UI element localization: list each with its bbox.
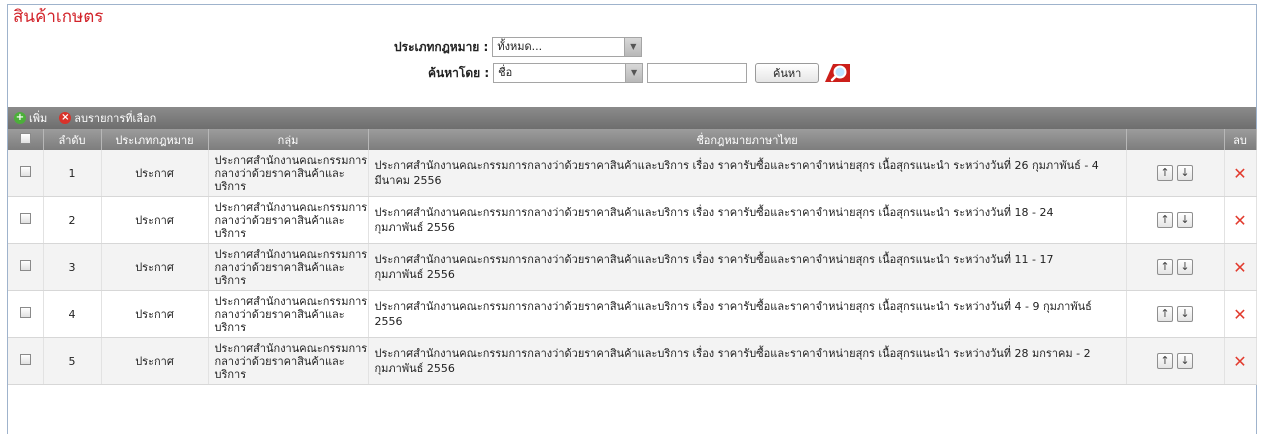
- table-row: 3 ประกาศ ประกาศสำนักงานคณะกรรมการกลางว่าด้…: [8, 243, 1257, 291]
- arrow-up-icon[interactable]: ↑: [1157, 306, 1173, 322]
- delete-selected-label: ลบรายการที่เลือก: [74, 112, 157, 125]
- header-name[interactable]: ชื่อกฎหมายภาษาไทย: [368, 129, 1127, 150]
- table-row: 5 ประกาศ ประกาศสำนักงานคณะกรรมการกลางว่าด้…: [8, 337, 1257, 385]
- row-name-link[interactable]: ประกาศสำนักงานคณะกรรมการกลางว่าด้วยราคาส…: [368, 150, 1127, 197]
- row-order-cell: ↑ ↓: [1126, 337, 1225, 385]
- red-x-icon[interactable]: ✕: [1233, 352, 1246, 371]
- table-row: 1 ประกาศ ประกาศสำนักงานคณะกรรมการกลางว่าด้…: [8, 150, 1257, 197]
- law-type-filter-row: ประเภทกฎหมาย : ทั้งหมด... ▼: [394, 36, 643, 58]
- row-order-cell: ↑ ↓: [1126, 290, 1225, 338]
- row-no: 1: [43, 150, 102, 197]
- arrow-down-icon[interactable]: ↓: [1177, 259, 1193, 275]
- header-group[interactable]: กลุ่ม: [208, 129, 369, 150]
- row-no: 2: [43, 196, 102, 244]
- content-frame: สินค้าเกษตร ประเภทกฎหมาย : ทั้งหมด... ▼ …: [7, 4, 1257, 434]
- select-all-header: [8, 129, 44, 150]
- row-delete-cell: ✕: [1224, 290, 1257, 338]
- row-name-link[interactable]: ประกาศสำนักงานคณะกรรมการกลางว่าด้วยราคาส…: [368, 243, 1127, 291]
- table-row: 2 ประกาศ ประกาศสำนักงานคณะกรรมการกลางว่าด้…: [8, 196, 1257, 244]
- row-no: 3: [43, 243, 102, 291]
- row-checkbox[interactable]: [19, 260, 31, 271]
- row-checkbox[interactable]: [19, 213, 31, 224]
- row-name-link[interactable]: ประกาศสำนักงานคณะกรรมการกลางว่าด้วยราคาส…: [368, 196, 1127, 244]
- row-select-cell: [8, 337, 44, 385]
- red-x-icon[interactable]: ✕: [1233, 258, 1246, 277]
- row-checkbox[interactable]: [19, 354, 31, 365]
- table-row: 4 ประกาศ ประกาศสำนักงานคณะกรรมการกลางว่าด้…: [8, 290, 1257, 338]
- header-delete: ลบ: [1224, 129, 1257, 150]
- search-input[interactable]: [647, 63, 748, 83]
- delete-selected-button[interactable]: × ลบรายการที่เลือก: [59, 109, 156, 127]
- row-no: 5: [43, 337, 102, 385]
- row-group: ประกาศสำนักงานคณะกรรมการกลางว่าด้วยราคาส…: [208, 243, 369, 291]
- select-all-checkbox[interactable]: [19, 132, 31, 144]
- add-button[interactable]: + เพิ่ม: [14, 109, 47, 127]
- red-x-icon[interactable]: ✕: [1233, 211, 1246, 230]
- row-type: ประกาศ: [101, 243, 209, 291]
- table-header-row: ลำดับ ประเภทกฎหมาย กลุ่ม ชื่อกฎหมายภาษาไ…: [8, 129, 1257, 150]
- arrow-down-icon[interactable]: ↓: [1177, 165, 1193, 181]
- red-x-icon[interactable]: ✕: [1233, 164, 1246, 183]
- row-type: ประกาศ: [101, 337, 209, 385]
- search-by-label: ค้นหาโดย :: [428, 65, 490, 80]
- row-select-cell: [8, 290, 44, 338]
- header-type[interactable]: ประเภทกฎหมาย: [101, 129, 209, 150]
- row-delete-cell: ✕: [1224, 196, 1257, 244]
- search-by-select[interactable]: ชื่อ ▼: [493, 63, 644, 83]
- row-checkbox[interactable]: [19, 307, 31, 318]
- table-body: 1 ประกาศ ประกาศสำนักงานคณะกรรมการกลางว่าด้…: [8, 150, 1257, 385]
- row-group: ประกาศสำนักงานคณะกรรมการกลางว่าด้วยราคาส…: [208, 290, 369, 338]
- law-type-label: ประเภทกฎหมาย :: [394, 39, 489, 54]
- row-name-link[interactable]: ประกาศสำนักงานคณะกรรมการกลางว่าด้วยราคาส…: [368, 290, 1127, 338]
- row-delete-cell: ✕: [1224, 150, 1257, 197]
- arrow-down-icon[interactable]: ↓: [1177, 353, 1193, 369]
- row-select-cell: [8, 243, 44, 291]
- search-by-selected-value: ชื่อ: [498, 66, 513, 79]
- row-checkbox[interactable]: [19, 166, 31, 177]
- row-type: ประกาศ: [101, 290, 209, 338]
- law-table: ลำดับ ประเภทกฎหมาย กลุ่ม ชื่อกฎหมายภาษาไ…: [8, 129, 1257, 385]
- page-title: สินค้าเกษตร: [13, 7, 104, 27]
- row-select-cell: [8, 150, 44, 197]
- arrow-up-icon[interactable]: ↑: [1157, 165, 1173, 181]
- header-order: [1126, 129, 1225, 150]
- header-no[interactable]: ลำดับ: [43, 129, 102, 150]
- magnifier-search-icon[interactable]: [823, 62, 851, 84]
- row-delete-cell: ✕: [1224, 243, 1257, 291]
- row-group: ประกาศสำนักงานคณะกรรมการกลางว่าด้วยราคาส…: [208, 337, 369, 385]
- row-order-cell: ↑ ↓: [1126, 196, 1225, 244]
- arrow-down-icon[interactable]: ↓: [1177, 212, 1193, 228]
- red-x-icon[interactable]: ✕: [1233, 305, 1246, 324]
- row-select-cell: [8, 196, 44, 244]
- row-group: ประกาศสำนักงานคณะกรรมการกลางว่าด้วยราคาส…: [208, 150, 369, 197]
- grid-toolbar: + เพิ่ม × ลบรายการที่เลือก: [8, 107, 1256, 129]
- search-button[interactable]: ค้นหา: [755, 63, 820, 83]
- row-name-link[interactable]: ประกาศสำนักงานคณะกรรมการกลางว่าด้วยราคาส…: [368, 337, 1127, 385]
- row-type: ประกาศ: [101, 150, 209, 197]
- law-type-select[interactable]: ทั้งหมด... ▼: [492, 37, 643, 57]
- row-type: ประกาศ: [101, 196, 209, 244]
- arrow-up-icon[interactable]: ↑: [1157, 212, 1173, 228]
- row-delete-cell: ✕: [1224, 337, 1257, 385]
- arrow-up-icon[interactable]: ↑: [1157, 259, 1173, 275]
- plus-icon: +: [14, 112, 26, 124]
- chevron-down-icon: ▼: [625, 64, 643, 82]
- delete-circle-icon: ×: [59, 112, 72, 124]
- row-no: 4: [43, 290, 102, 338]
- search-by-filter-row: ค้นหาโดย : ชื่อ ▼ ค้นหา: [428, 62, 851, 84]
- arrow-up-icon[interactable]: ↑: [1157, 353, 1173, 369]
- law-type-selected-value: ทั้งหมด...: [497, 40, 543, 53]
- add-label: เพิ่ม: [29, 112, 48, 125]
- chevron-down-icon: ▼: [624, 38, 642, 56]
- row-group: ประกาศสำนักงานคณะกรรมการกลางว่าด้วยราคาส…: [208, 196, 369, 244]
- row-order-cell: ↑ ↓: [1126, 150, 1225, 197]
- row-order-cell: ↑ ↓: [1126, 243, 1225, 291]
- arrow-down-icon[interactable]: ↓: [1177, 306, 1193, 322]
